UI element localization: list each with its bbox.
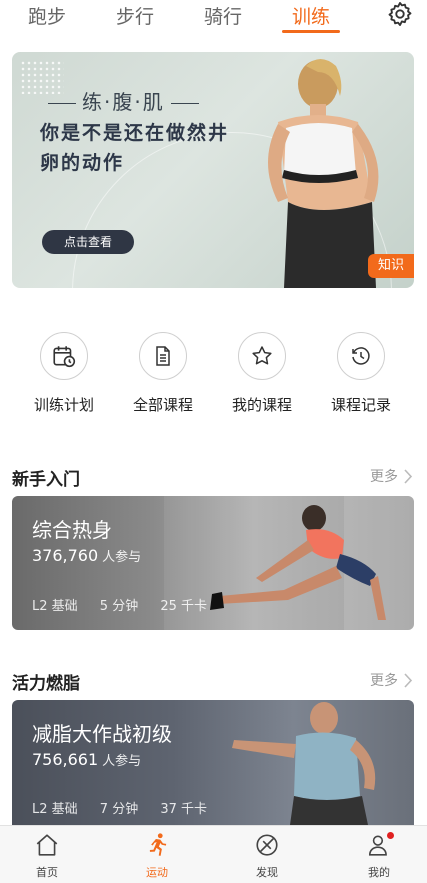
section-title-beginner: 新手入门 [12, 470, 80, 490]
tab-walking[interactable]: 步行 [116, 2, 154, 29]
participant-count: 756,661 人参与 [32, 750, 142, 769]
nav-home[interactable]: 首页 [17, 832, 77, 880]
course-history-button[interactable]: 课程记录 [311, 332, 411, 415]
nav-sport[interactable]: 运动 [127, 832, 187, 880]
home-icon [36, 834, 58, 856]
notification-dot [387, 832, 394, 839]
more-link-fat-burn[interactable]: 更多 [370, 670, 413, 690]
document-icon [139, 332, 187, 380]
course-level: L2 基础 [32, 599, 78, 614]
participant-count: 376,760 人参与 [32, 546, 142, 565]
active-tab-indicator [282, 30, 340, 33]
my-courses-label: 我的课程 [231, 396, 292, 414]
my-courses-button[interactable]: 我的课程 [212, 332, 312, 415]
knowledge-badge: 知识 [368, 254, 414, 278]
banner-title: 你是不是还在做然井卵的动作 [40, 122, 230, 174]
calendar-clock-icon [40, 332, 88, 380]
tab-cycling[interactable]: 骑行 [204, 2, 242, 29]
history-clock-icon [337, 332, 385, 380]
view-button[interactable]: 点击查看 [42, 230, 134, 254]
bottom-navigation: 首页 运动 发现 我的 [0, 825, 427, 883]
course-duration: 5 分钟 [99, 599, 139, 614]
all-courses-label: 全部课程 [132, 396, 193, 414]
training-plan-button[interactable]: 训练计划 [14, 332, 114, 415]
tab-training[interactable]: 训练 [292, 2, 330, 29]
all-courses-button[interactable]: 全部课程 [113, 332, 213, 415]
chevron-right-icon [404, 672, 413, 688]
course-level: L2 基础 [32, 802, 78, 817]
star-icon [238, 332, 286, 380]
course-calories: 25 千卡 [160, 599, 208, 614]
course-calories: 37 千卡 [160, 802, 208, 817]
course-card[interactable]: 减脂大作战初级 756,661 人参与 L2 基础 7 分钟 37 千卡 [12, 700, 414, 825]
more-link-beginner[interactable]: 更多 [370, 466, 413, 486]
course-duration: 7 分钟 [99, 802, 139, 817]
running-icon [149, 833, 167, 856]
course-meta: L2 基础 7 分钟 37 千卡 [32, 798, 225, 817]
training-plan-label: 训练计划 [33, 396, 94, 414]
section-title-fat-burn: 活力燃脂 [12, 674, 80, 694]
course-meta: L2 基础 5 分钟 25 千卡 [32, 595, 225, 614]
nav-discover[interactable]: 发现 [237, 832, 297, 880]
banner-kicker: 练·腹·肌 [42, 86, 205, 115]
tab-running[interactable]: 跑步 [28, 2, 66, 29]
compass-icon [256, 834, 278, 856]
chevron-right-icon [404, 468, 413, 484]
gear-icon[interactable] [386, 0, 414, 28]
course-card[interactable]: 综合热身 376,760 人参与 L2 基础 5 分钟 25 千卡 [12, 496, 414, 630]
course-history-label: 课程记录 [330, 396, 391, 414]
top-tab-bar: 跑步 步行 骑行 训练 [0, 0, 427, 36]
promo-banner[interactable]: 练·腹·肌 你是不是还在做然井卵的动作 点击查看 知识 [12, 52, 414, 288]
nav-profile[interactable]: 我的 [349, 832, 409, 880]
course-title: 减脂大作战初级 [32, 722, 172, 746]
course-title: 综合热身 [32, 518, 112, 542]
athlete-illustration [268, 59, 379, 288]
